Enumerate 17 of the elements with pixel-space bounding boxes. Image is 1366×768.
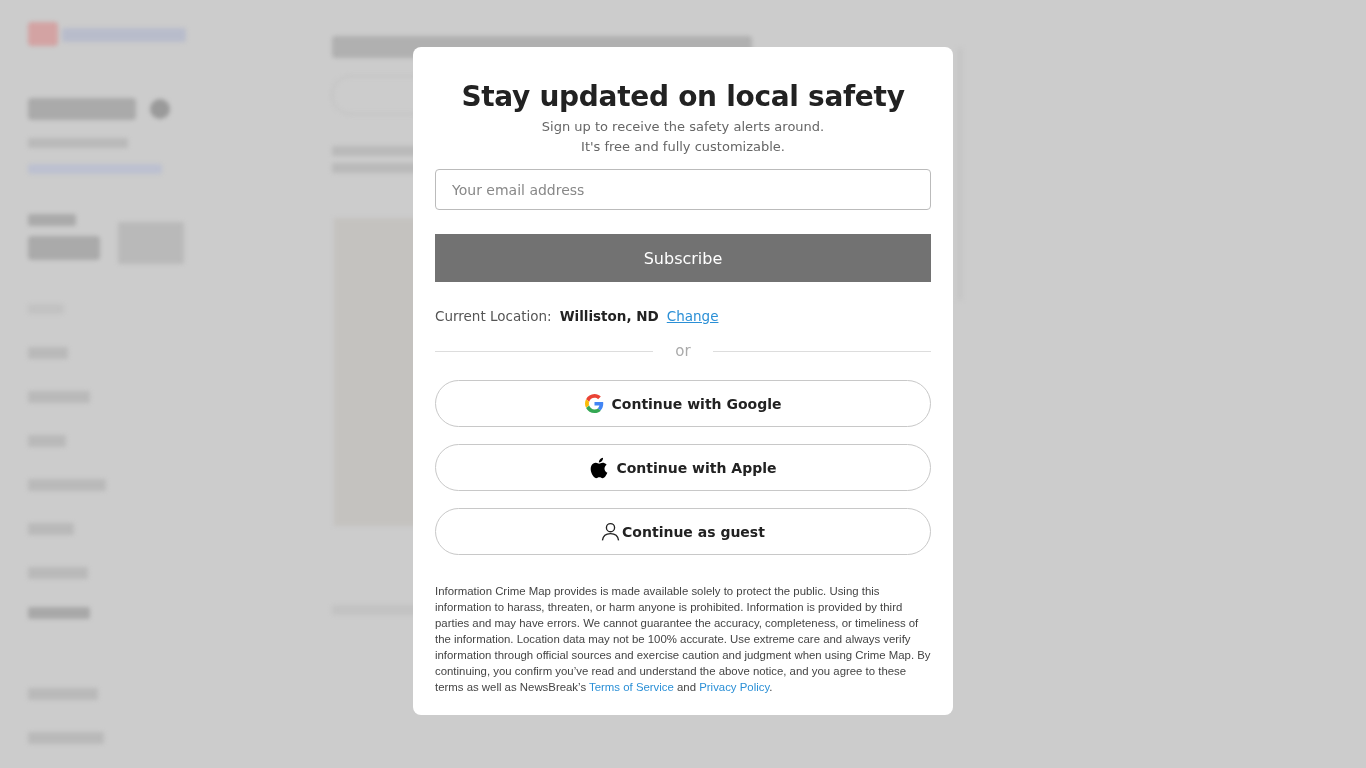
location-label: Current Location: <box>435 308 552 324</box>
divider-text: or <box>675 342 691 360</box>
dialog-subtitle: It's free and fully customizable. <box>581 138 785 156</box>
google-logo-icon <box>584 394 604 413</box>
disclaimer-text: Information Crime Map provides is made available solely to protect the public. Using this information to harass, threaten, or harm anyone is prohibited. Information is provided by third parties and may have errors. We cannot guarantee the accuracy, completeness, or timeliness of the information. Location data may not be 100% accurate. Use extreme care and always verify information through official sources and exercise caution and judgment when using Crime Map. By continuing, you confirm you’ve read and understand the above notice, and you agree to these terms as well as NewsBreak’s Terms of Service and Privacy Policy. <box>435 584 931 695</box>
dialog-subtitle: Sign up to receive the safety alerts around. <box>541 118 825 136</box>
policy-link[interactable]: Terms of Service <box>589 681 674 693</box>
change-location-link[interactable]: Change <box>666 308 719 324</box>
apple-sign-in-button[interactable]: Continue with Apple <box>435 444 931 491</box>
apple-logo-icon <box>589 456 609 479</box>
dialog-title: Stay updated on local safety <box>460 79 906 115</box>
google-sign-in-button[interactable]: Continue with Google <box>435 380 931 427</box>
guest-button[interactable]: Continue as guest <box>435 508 931 555</box>
location-value: Williston, ND <box>559 308 659 324</box>
person-icon <box>601 522 621 541</box>
subscribe-button[interactable]: Subscribe <box>435 234 931 282</box>
email-input-field[interactable]: Your email address <box>435 169 931 210</box>
